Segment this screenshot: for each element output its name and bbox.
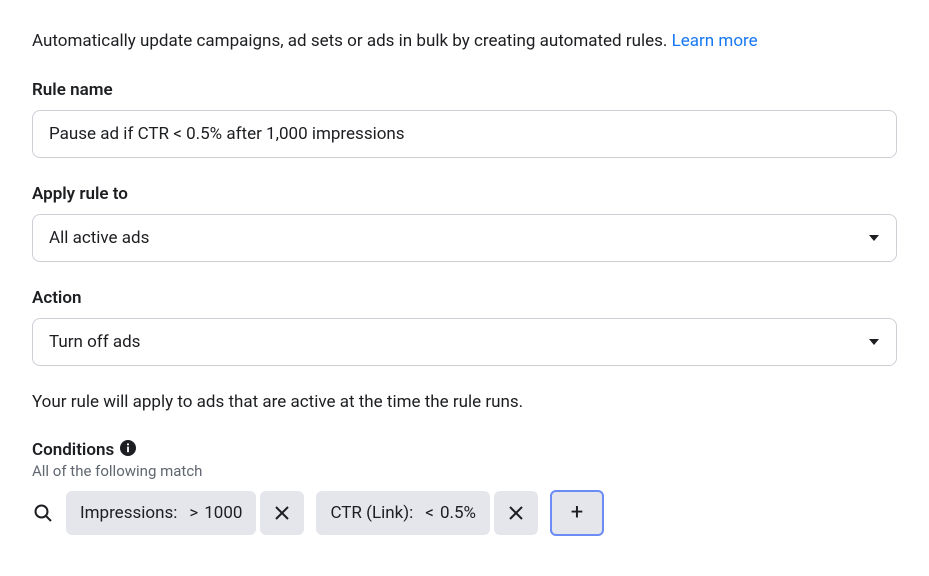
info-icon[interactable]	[120, 440, 136, 460]
hint-text: Your rule will apply to ads that are act…	[32, 392, 897, 412]
conditions-subtext: All of the following match	[32, 462, 897, 480]
apply-to-value: All active ads	[49, 228, 149, 248]
intro-text: Automatically update campaigns, ad sets …	[32, 30, 897, 54]
action-value: Turn off ads	[49, 332, 140, 352]
condition-value: 0.5%	[440, 503, 476, 523]
action-label: Action	[32, 288, 897, 308]
search-icon[interactable]	[32, 502, 54, 524]
condition-chip[interactable]: Impressions: > 1000	[66, 491, 256, 535]
conditions-header: Conditions	[32, 440, 897, 460]
conditions-row: Impressions: > 1000 CTR (Link): < 0.5% +	[32, 490, 897, 536]
learn-more-link[interactable]: Learn more	[672, 31, 758, 51]
condition-metric: CTR (Link):	[330, 503, 413, 523]
condition-group: CTR (Link): < 0.5%	[316, 491, 538, 535]
apply-to-label: Apply rule to	[32, 184, 897, 204]
action-field: Action Turn off ads	[32, 288, 897, 366]
rule-name-field: Rule name	[32, 80, 897, 158]
condition-value: 1000	[204, 503, 242, 523]
add-condition-button[interactable]: +	[550, 490, 604, 536]
intro-copy: Automatically update campaigns, ad sets …	[32, 31, 672, 51]
condition-group: Impressions: > 1000	[66, 491, 304, 535]
conditions-label: Conditions	[32, 440, 114, 460]
rule-name-label: Rule name	[32, 80, 897, 100]
condition-operator: <	[425, 503, 434, 523]
remove-condition-button[interactable]	[494, 491, 538, 535]
rule-name-input[interactable]	[32, 110, 897, 158]
action-select[interactable]: Turn off ads	[32, 318, 897, 366]
condition-operator: >	[189, 503, 198, 523]
apply-to-field: Apply rule to All active ads	[32, 184, 897, 262]
remove-condition-button[interactable]	[260, 491, 304, 535]
condition-chip[interactable]: CTR (Link): < 0.5%	[316, 491, 490, 535]
condition-metric: Impressions:	[80, 503, 177, 523]
apply-to-select[interactable]: All active ads	[32, 214, 897, 262]
